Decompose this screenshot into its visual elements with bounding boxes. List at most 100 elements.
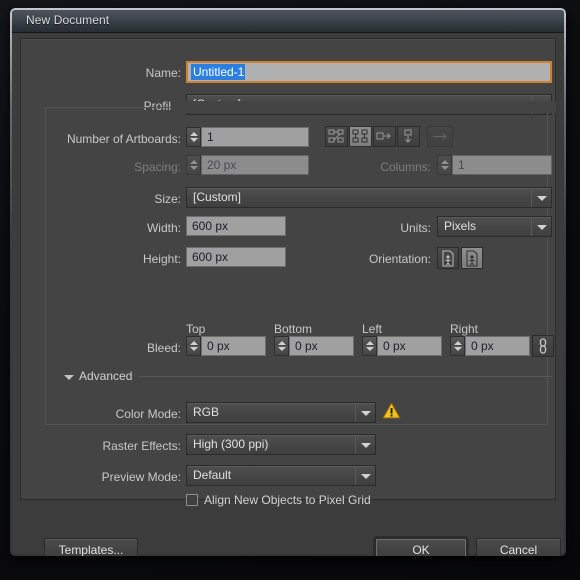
orientation-portrait-button[interactable]	[437, 247, 459, 269]
window-title: New Document	[26, 13, 110, 27]
preview-mode-label: Preview Mode:	[101, 470, 181, 484]
artboards-stepper[interactable]	[186, 127, 201, 147]
height-input[interactable]: 600 px	[186, 247, 286, 267]
bleed-link-button[interactable]	[532, 335, 554, 357]
title-bar[interactable]: New Document	[12, 10, 564, 33]
bleed-right-stepper[interactable]	[450, 336, 465, 356]
chevron-down-icon	[361, 474, 371, 479]
columns-input[interactable]: 1	[452, 155, 552, 175]
units-label: Units:	[400, 221, 431, 235]
raster-effects-dropdown-arrow-box	[355, 435, 375, 454]
size-dropdown[interactable]: [Custom]	[186, 187, 552, 208]
arrange-by-column-icon	[404, 129, 412, 143]
stepper-up-icon	[190, 160, 198, 164]
width-input[interactable]: 600 px	[186, 216, 286, 236]
arrow-right-icon	[433, 133, 447, 140]
units-dropdown[interactable]: Pixels	[437, 216, 552, 237]
bleed-header-right: Right	[450, 322, 479, 336]
arrange-by-column-button[interactable]	[397, 126, 420, 147]
bleed-top-stepper[interactable]	[186, 336, 201, 356]
stepper-down-icon	[190, 166, 198, 170]
orientation-landscape-button[interactable]	[461, 247, 483, 269]
size-label: Size:	[154, 192, 181, 206]
raster-effects-dropdown[interactable]: High (300 ppi)	[186, 434, 376, 455]
align-pixel-grid-checkbox[interactable]	[186, 494, 198, 506]
color-mode-dropdown[interactable]: RGB	[186, 402, 376, 423]
advanced-section-label[interactable]: Advanced	[79, 369, 132, 383]
artboards-input[interactable]: 1	[201, 127, 309, 147]
bleed-header-bottom: Bottom	[274, 322, 313, 336]
height-label: Height:	[142, 252, 181, 266]
spacing-label: Spacing:	[134, 160, 181, 174]
group-label-mask	[171, 101, 556, 113]
bleed-bottom-input[interactable]: 0 px	[289, 336, 354, 356]
preview-mode-value: Default	[193, 468, 232, 482]
number-of-artboards-label: Number of Artboards:	[66, 132, 181, 146]
stepper-down-icon	[366, 347, 374, 351]
bleed-top-input[interactable]: 0 px	[201, 336, 266, 356]
new-document-dialog-window: New Document Name: Untitled-1 Profile: […	[10, 8, 566, 556]
grid-by-column-button[interactable]	[349, 126, 372, 147]
preview-mode-dropdown[interactable]: Default	[186, 465, 376, 486]
grid-by-column-icon	[352, 129, 368, 143]
settings-panel: Name: Untitled-1 Profile: [Custom] Numbe…	[20, 38, 556, 507]
stepper-up-icon	[454, 341, 462, 345]
stepper-up-icon	[278, 341, 286, 345]
stepper-down-icon	[190, 138, 198, 142]
bleed-right-input[interactable]: 0 px	[465, 336, 530, 356]
ok-button[interactable]: OK	[373, 536, 469, 556]
screen: New Document Name: Untitled-1 Profile: […	[0, 0, 580, 580]
stepper-up-icon	[441, 160, 449, 164]
bleed-left-stepper[interactable]	[362, 336, 377, 356]
stepper-down-icon	[454, 347, 462, 351]
dialog-body: Name: Untitled-1 Profile: [Custom] Numbe…	[13, 33, 563, 556]
raster-effects-value: High (300 ppi)	[193, 437, 269, 451]
color-mode-dropdown-arrow-box	[355, 403, 375, 422]
bleed-header-top: Top	[186, 322, 206, 336]
chevron-down-icon	[361, 443, 371, 448]
stepper-down-icon	[278, 347, 286, 351]
units-dropdown-arrow-box	[531, 217, 551, 236]
grid-by-row-button[interactable]	[325, 126, 348, 147]
name-input-value: Untitled-1	[191, 64, 246, 80]
columns-stepper[interactable]	[437, 155, 452, 175]
portrait-icon	[442, 250, 454, 267]
orientation-label: Orientation:	[368, 252, 431, 266]
name-input[interactable]: Untitled-1	[186, 61, 552, 83]
stepper-up-icon	[190, 132, 198, 136]
spacing-stepper[interactable]	[186, 155, 201, 175]
cancel-button[interactable]: Cancel	[476, 538, 561, 556]
color-mode-value: RGB	[193, 405, 220, 419]
columns-label: Columns:	[380, 160, 431, 174]
stepper-down-icon	[190, 347, 198, 351]
color-mode-label: Color Mode:	[115, 407, 181, 421]
templates-button[interactable]: Templates...	[44, 538, 138, 556]
chevron-down-icon	[361, 411, 371, 416]
bleed-header-left: Left	[362, 322, 383, 336]
warning-icon	[382, 401, 401, 425]
arrange-by-row-icon	[376, 132, 391, 140]
advanced-separator	[139, 376, 552, 377]
arrange-by-row-button[interactable]	[373, 126, 396, 147]
stepper-up-icon	[190, 341, 198, 345]
align-pixel-grid-label[interactable]: Align New Objects to Pixel Grid	[204, 494, 371, 507]
bleed-bottom-stepper[interactable]	[274, 336, 289, 356]
size-dropdown-arrow-box	[531, 188, 551, 207]
units-value: Pixels	[444, 219, 477, 233]
stepper-down-icon	[441, 166, 449, 170]
stepper-up-icon	[366, 341, 374, 345]
advanced-disclosure-triangle-icon[interactable]	[64, 375, 74, 380]
grid-by-row-icon	[328, 129, 344, 143]
width-label: Width:	[146, 221, 181, 235]
bleed-left-input[interactable]: 0 px	[377, 336, 442, 356]
preview-mode-dropdown-arrow-box	[355, 466, 375, 485]
spacing-input[interactable]: 20 px	[201, 155, 309, 175]
size-value: [Custom]	[193, 190, 242, 204]
raster-effects-label: Raster Effects:	[102, 439, 181, 453]
name-label: Name:	[145, 66, 181, 80]
artboard-direction-button[interactable]	[427, 126, 453, 147]
chain-link-icon	[539, 338, 547, 354]
chevron-down-icon	[537, 225, 547, 230]
chevron-down-icon	[537, 196, 547, 201]
landscape-icon	[466, 250, 478, 267]
